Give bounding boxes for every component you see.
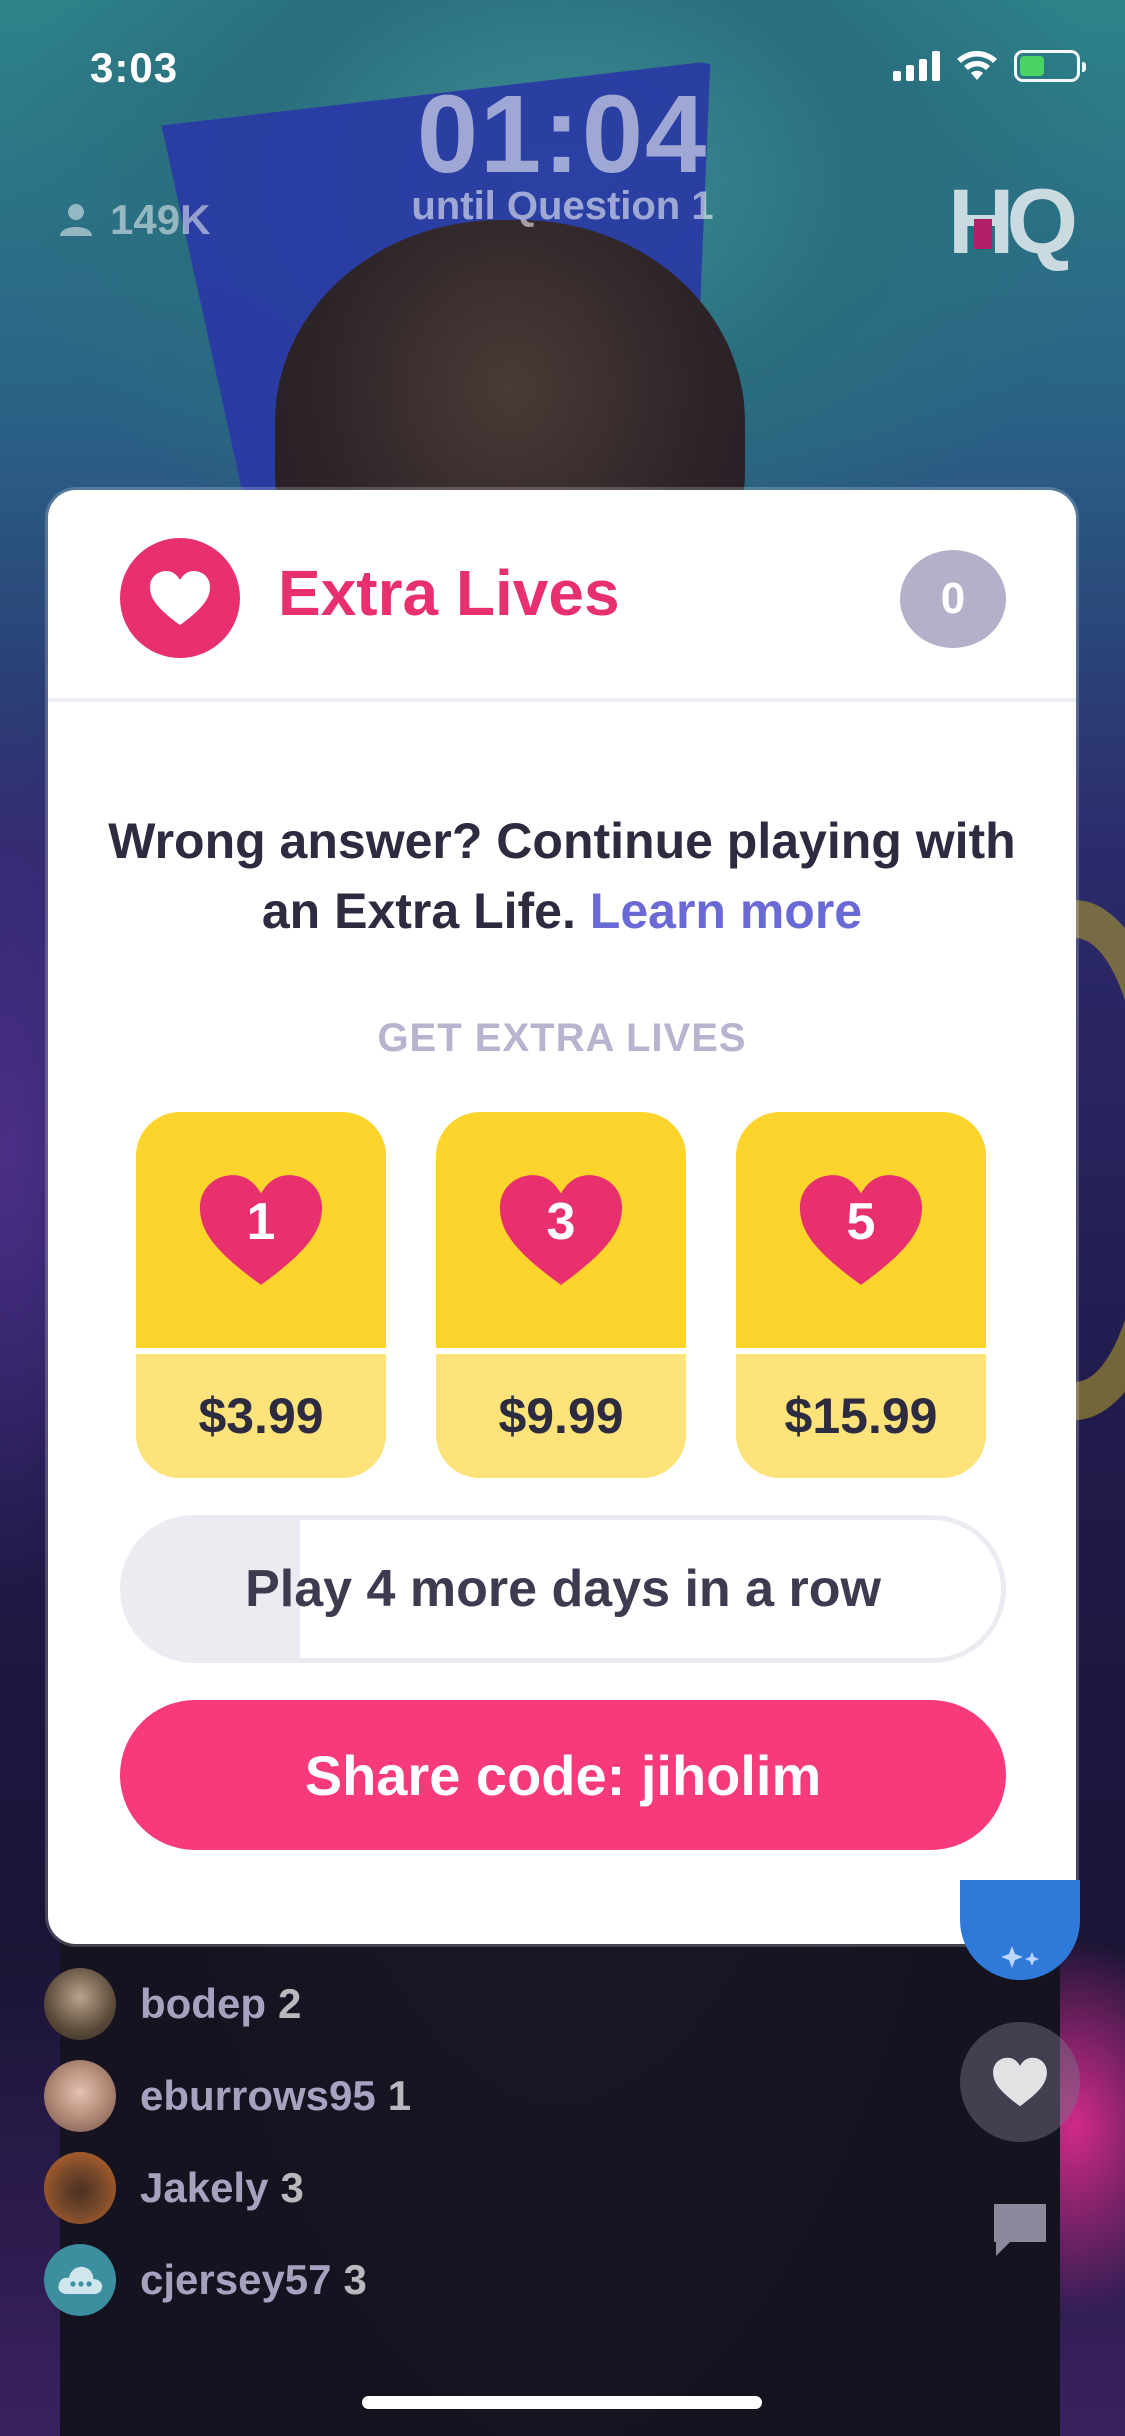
chat-username: eburrows95 — [140, 2072, 376, 2119]
modal-header: Extra Lives 0 — [48, 490, 1076, 702]
chat-username: Jakely — [140, 2164, 269, 2211]
chat-message: eburrows95 1 — [44, 2050, 411, 2142]
streak-progress: Play 4 more days in a row — [120, 1515, 1006, 1663]
chat-score: 3 — [343, 2256, 367, 2303]
pack-price: $9.99 — [436, 1354, 686, 1478]
hq-logo-text: HQ — [948, 171, 1078, 273]
learn-more-link[interactable]: Learn more — [590, 883, 862, 939]
pack-1-life[interactable]: 1 $3.99 — [136, 1112, 386, 1478]
pack-lives-count: 5 — [846, 1193, 876, 1251]
pack-5-lives[interactable]: 5 $15.99 — [736, 1112, 986, 1478]
viewer-count: 149K — [58, 196, 210, 244]
streak-progress-text: Play 4 more days in a row — [245, 1560, 881, 1618]
chat-message: cjersey57 3 — [44, 2234, 411, 2326]
person-icon — [60, 204, 92, 236]
pack-lives-count: 3 — [546, 1193, 576, 1251]
avatar — [44, 2152, 116, 2224]
chat-message: bodep 2 — [44, 1958, 411, 2050]
cloud-avatar-icon — [58, 2266, 103, 2294]
extra-life-description: Wrong answer? Continue playing with an E… — [108, 806, 1016, 946]
hq-logo: HQ — [948, 176, 1078, 268]
wifi-icon — [957, 51, 997, 80]
heart-reaction-button[interactable] — [960, 2022, 1080, 2142]
chat-feed: bodep 2 eburrows95 1 Jakely 3 cjersey57 … — [44, 1958, 411, 2326]
chat-username: cjersey57 — [140, 2256, 332, 2303]
pack-3-lives[interactable]: 3 $9.99 — [436, 1112, 686, 1478]
extra-life-packs: 1 $3.99 3 $9.99 5 $15.99 — [136, 1112, 986, 1478]
pack-lives-count: 1 — [246, 1193, 276, 1251]
extra-lives-modal: Extra Lives 0 Wrong answer? Continue pla… — [48, 490, 1076, 1944]
chat-score: 2 — [277, 1980, 302, 2027]
status-icons — [893, 50, 1086, 82]
heart-icon — [120, 538, 240, 658]
battery-charging-icon — [1014, 50, 1086, 82]
home-indicator[interactable] — [362, 2396, 762, 2409]
lives-count-badge: 0 — [900, 550, 1006, 648]
chat-message: Jakely 3 — [44, 2142, 411, 2234]
pack-price: $15.99 — [736, 1354, 986, 1478]
chat-score: 3 — [280, 2164, 304, 2211]
modal-title: Extra Lives — [278, 557, 620, 629]
description-text: Wrong answer? Continue playing with an E… — [108, 813, 1016, 939]
avatar — [44, 2244, 116, 2316]
get-extra-lives-label: GET EXTRA LIVES — [377, 1016, 747, 1060]
chat-bubble-icon[interactable] — [990, 2200, 1050, 2260]
avatar — [44, 1968, 116, 2040]
heart-icon — [993, 2057, 1047, 2107]
chat-username: bodep — [140, 1980, 266, 2027]
pack-price: $3.99 — [136, 1354, 386, 1478]
share-code-button[interactable]: Share code: jiholim — [120, 1700, 1006, 1850]
cellular-signal-icon — [893, 51, 940, 81]
viewer-count-value: 149K — [110, 196, 211, 243]
chat-score: 1 — [387, 2072, 412, 2119]
avatar — [44, 2060, 116, 2132]
